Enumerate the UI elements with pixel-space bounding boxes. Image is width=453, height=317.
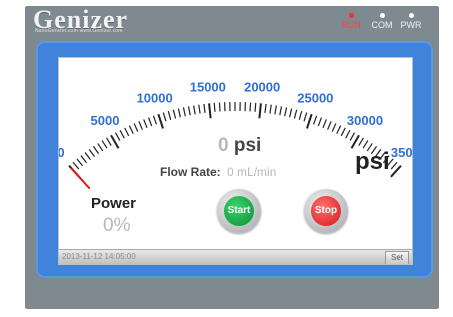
gauge-minor-tick (358, 137, 364, 146)
gauge-minor-tick (177, 108, 182, 118)
gauge-minor-tick (317, 117, 323, 127)
gauge-tick-label: 30000 (347, 113, 383, 128)
start-button-label: Start (224, 196, 254, 226)
gauge-unit-label: psi (355, 148, 390, 175)
gauge-minor-tick (279, 106, 283, 116)
gauge-minor-tick (97, 143, 104, 152)
gauge-minor-tick (84, 152, 91, 160)
status-bar: 2013-11-12 14:05:00 Set (59, 249, 412, 264)
status-datetime: 2013-11-12 14:05:00 (62, 252, 136, 261)
gauge-minor-tick (101, 140, 108, 149)
com-led-icon (379, 13, 385, 18)
brand-tagline: NanoGenizer.com www.Genizer.com (35, 28, 123, 34)
set-button[interactable]: Set (385, 251, 409, 264)
gauge-minor-tick (106, 137, 112, 146)
gauge-minor-tick (203, 103, 206, 113)
gauge-minor-tick (345, 129, 351, 139)
start-button[interactable]: Start (217, 189, 261, 233)
gauge-major-tick (306, 113, 313, 129)
power-value: 0% (103, 215, 131, 236)
gauge-minor-tick (182, 107, 186, 117)
pwr-indicator-label: PWR (400, 20, 422, 30)
gauge-tick-label: 0 (59, 145, 65, 160)
stop-button[interactable]: Stop (304, 189, 348, 233)
pwr-led-icon (408, 13, 414, 18)
gauge-needle (70, 167, 91, 189)
gauge-minor-tick (193, 105, 196, 115)
gauge-minor-tick (143, 119, 148, 129)
gauge-minor-tick (147, 117, 153, 127)
gauge-tick-label: 20000 (244, 79, 280, 94)
gauge-minor-tick (80, 155, 88, 164)
gauge-minor-tick (340, 127, 346, 137)
pressure-unit: psi (233, 135, 262, 156)
gauge-minor-tick (72, 161, 80, 170)
touch-screen: 0 5000 10000 15000 20000 25000 30000 35000 0 ps… (58, 57, 413, 265)
gauge-minor-tick (254, 102, 257, 112)
gauge-minor-tick (138, 121, 143, 130)
gauge-minor-tick (187, 106, 191, 116)
gauge-minor-tick (298, 110, 303, 120)
gauge-tick-label: 25000 (297, 91, 333, 106)
run-indicator: RUN (336, 13, 366, 30)
com-indicator: COM (367, 13, 397, 30)
gauge-minor-tick (284, 107, 288, 117)
gauge-minor-tick (124, 127, 130, 137)
gauge-minor-tick (303, 112, 308, 122)
gauge-minor-tick (274, 105, 277, 115)
gauge-minor-tick (288, 108, 293, 118)
pressure-readout: 0 psi (218, 135, 261, 157)
flow-rate-value: 0 mL/min (227, 165, 277, 179)
gauge-minor-tick (249, 102, 252, 112)
gauge-tick-label: 15000 (190, 79, 226, 94)
gauge-minor-tick (119, 129, 125, 139)
stop-button-label: Stop (311, 196, 341, 226)
gauge-minor-tick (162, 112, 167, 122)
gauge-minor-tick (336, 125, 342, 135)
gauge-minor-tick (167, 110, 172, 120)
gauge-minor-tick (269, 104, 272, 114)
gauge-minor-tick (218, 102, 221, 112)
gauge-minor-tick (213, 102, 216, 112)
gauge-minor-tick (133, 123, 139, 132)
gauge-major-tick (208, 103, 212, 119)
gauge-minor-tick (390, 161, 398, 170)
flow-rate: Flow Rate: 0 mL/min (160, 165, 276, 179)
pwr-indicator: PWR (396, 13, 426, 30)
gauge-major-tick (157, 113, 164, 129)
gauge-major-tick (258, 103, 262, 119)
gauge-minor-tick (172, 109, 177, 119)
power-label: Power (91, 195, 137, 212)
gauge-tick-label: 35000 (391, 145, 412, 160)
gauge-minor-tick (198, 104, 201, 114)
gauge-minor-tick (264, 103, 267, 113)
gauge-minor-tick (313, 115, 318, 125)
run-indicator-label: RUN (341, 20, 361, 30)
gauge-minor-tick (152, 115, 157, 125)
gauge-minor-tick (76, 158, 84, 167)
gauge-minor-tick (322, 119, 327, 129)
gauge-tick-label: 5000 (91, 113, 120, 128)
pressure-value: 0 (218, 135, 229, 156)
com-indicator-label: COM (371, 20, 393, 30)
gauge-minor-tick (331, 123, 337, 132)
gauge-minor-tick (128, 125, 134, 135)
gauge-minor-tick (327, 121, 332, 130)
gauge-minor-tick (88, 149, 96, 157)
gauge-tick-label: 10000 (137, 91, 173, 106)
gauge-minor-tick (114, 132, 121, 141)
flow-rate-label: Flow Rate: (160, 165, 221, 179)
gauge-minor-tick (92, 146, 100, 155)
gauge-minor-tick (293, 109, 298, 119)
gauge-minor-tick (349, 132, 356, 141)
hmi-device: Genizer NanoGenizer.com www.Genizer.com … (0, 0, 453, 317)
run-led-icon (348, 13, 354, 18)
